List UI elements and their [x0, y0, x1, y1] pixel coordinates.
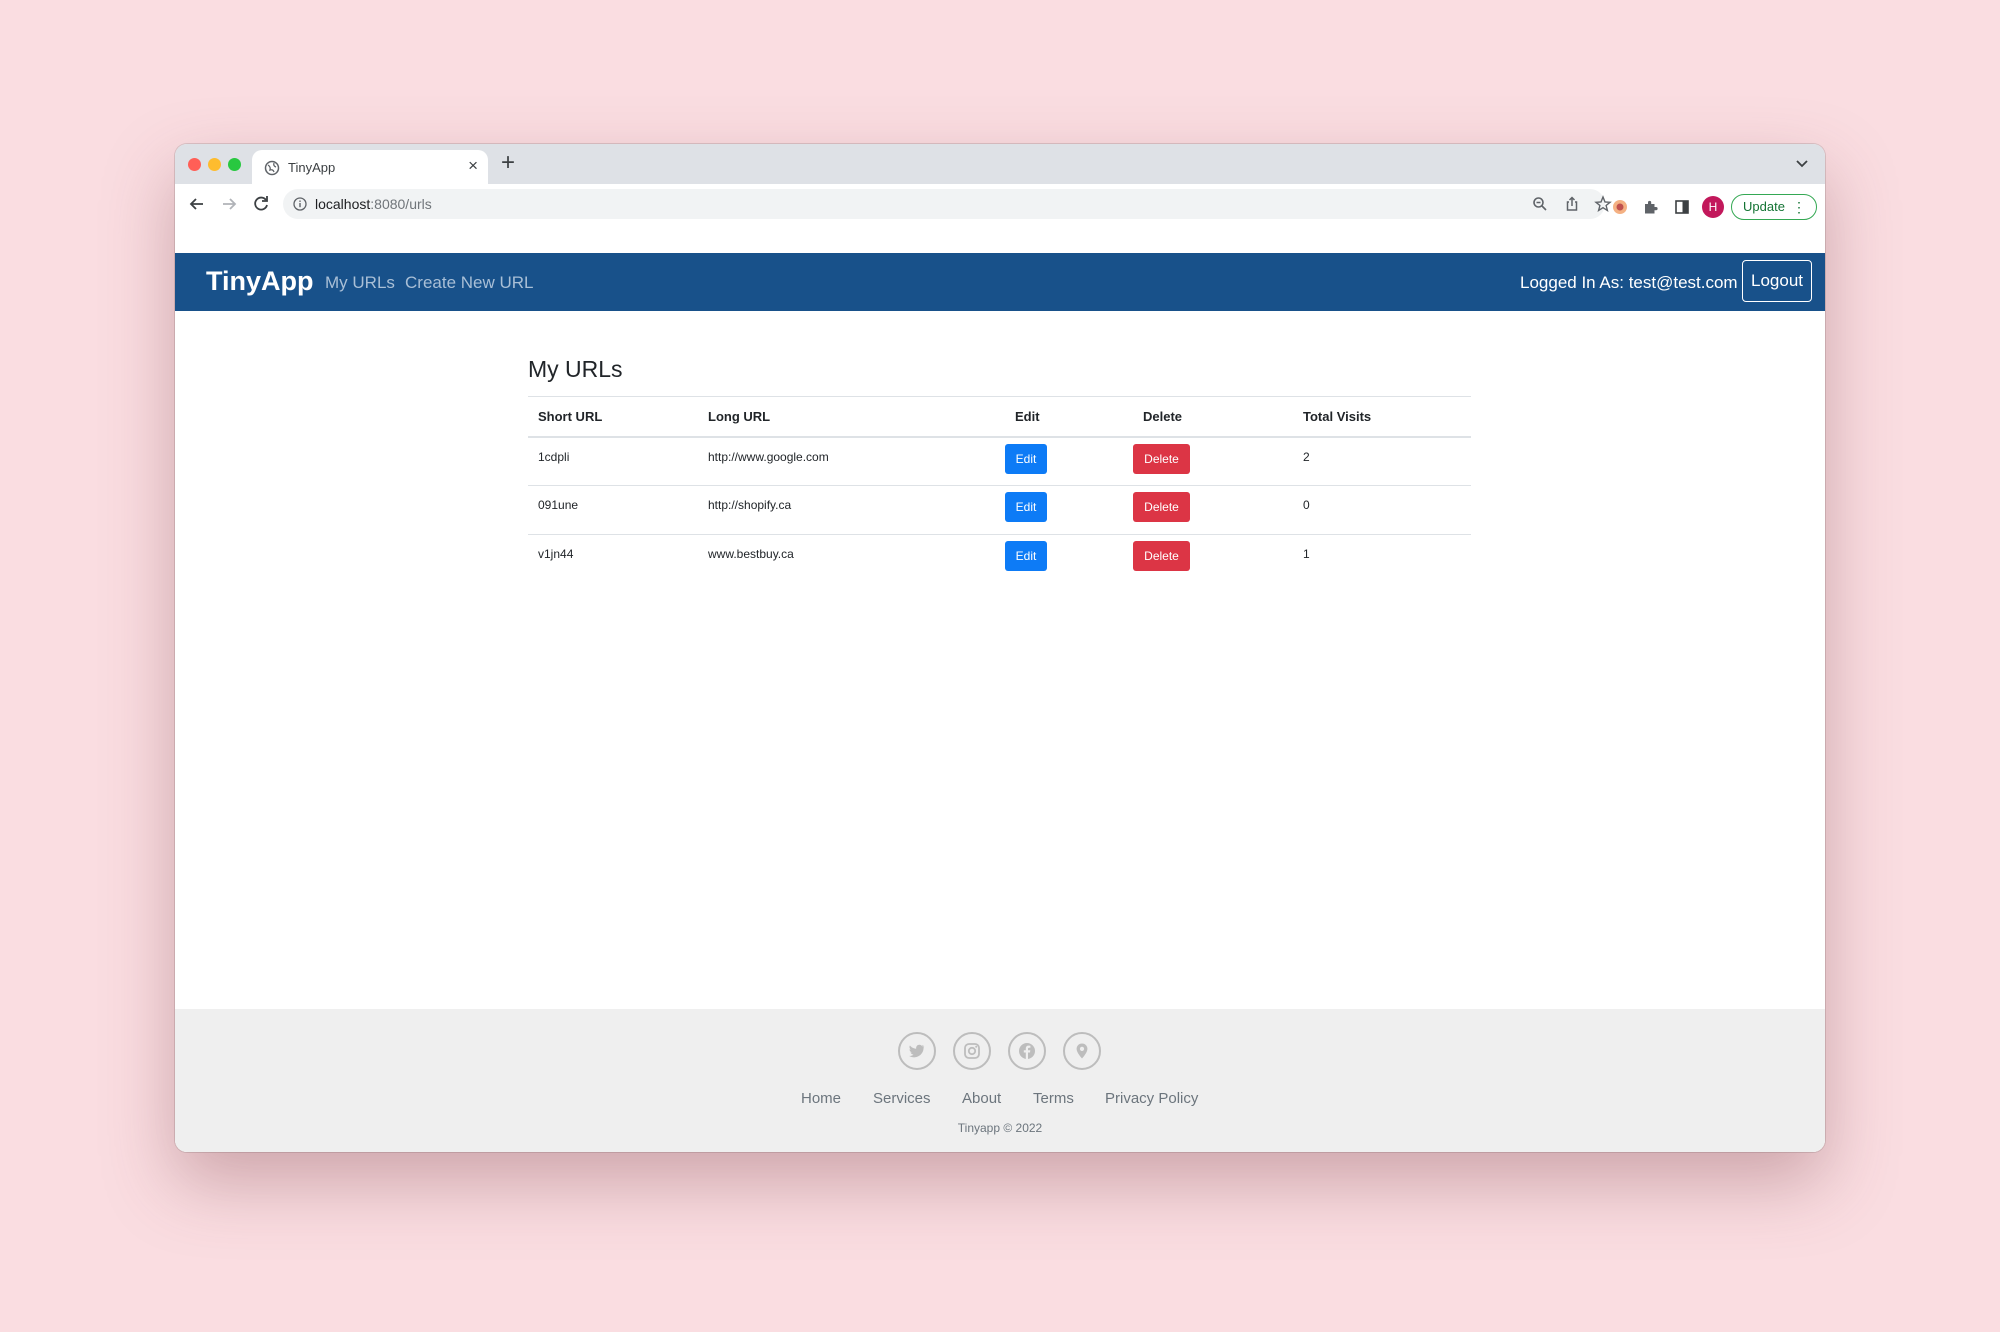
extension-badge-icon[interactable]: [1611, 198, 1629, 216]
short-url-cell: 091une: [528, 485, 698, 535]
table-header-row: Short URL Long URL Edit Delete Total Vis…: [528, 396, 1471, 438]
total-visits-cell: 1: [1303, 547, 1310, 561]
nav-link-create-new-url[interactable]: Create New URL: [405, 273, 534, 293]
twitter-icon[interactable]: [898, 1032, 936, 1070]
close-window-button[interactable]: [188, 158, 201, 171]
delete-cell: Delete: [1133, 436, 1293, 486]
update-button[interactable]: Update ⋮: [1731, 194, 1817, 220]
footer-link-privacy-policy[interactable]: Privacy Policy: [1105, 1090, 1198, 1107]
bookmark-star-icon[interactable]: [1594, 195, 1612, 213]
total-visits-cell: 0: [1293, 485, 1471, 535]
browser-tab[interactable]: TinyApp ×: [252, 150, 488, 184]
minimize-window-button[interactable]: [208, 158, 221, 171]
delete-button[interactable]: Delete: [1133, 541, 1190, 571]
profile-avatar[interactable]: H: [1702, 196, 1724, 218]
delete-button[interactable]: Delete: [1133, 492, 1190, 522]
short-url-cell: 1cdpli: [528, 436, 698, 486]
extensions-puzzle-icon[interactable]: [1642, 198, 1660, 216]
instagram-glyph: [964, 1043, 980, 1059]
long-url-cell: www.bestbuy.ca: [708, 547, 794, 561]
site-info-icon[interactable]: [293, 197, 307, 211]
column-header-edit: Edit: [1005, 396, 1133, 438]
short-url-cell: v1jn44: [538, 547, 574, 561]
share-icon[interactable]: [1563, 195, 1581, 213]
web-page: TinyApp My URLs Create New URL Logged In…: [175, 226, 1825, 1152]
edit-cell: Edit: [1005, 436, 1133, 486]
site-footer: Home Services About Terms Privacy Policy…: [175, 1009, 1825, 1152]
table-row: 1cdpli http://www.google.com Edit Delete…: [528, 436, 1471, 486]
reload-icon[interactable]: [250, 193, 272, 215]
edit-button[interactable]: Edit: [1005, 443, 1047, 474]
edit-button[interactable]: Edit: [1005, 492, 1047, 522]
globe-icon: [264, 160, 280, 176]
more-menu-icon: ⋮: [1792, 199, 1806, 215]
delete-cell: Delete: [1133, 535, 1293, 584]
brand-logo[interactable]: TinyApp: [206, 266, 314, 297]
browser-toolbar: localhost:8080/urls H Update ⋮: [175, 184, 1825, 226]
tab-title: TinyApp: [288, 160, 336, 175]
instagram-icon[interactable]: [953, 1032, 991, 1070]
zoom-icon[interactable]: [1531, 195, 1549, 213]
url-path: :8080/urls: [370, 196, 432, 212]
edit-cell: Edit: [1005, 535, 1133, 584]
page-title: My URLs: [528, 356, 623, 382]
facebook-glyph: [1019, 1043, 1035, 1059]
urls-table: Short URL Long URL Edit Delete Total Vis…: [528, 396, 1471, 584]
edit-cell: Edit: [1005, 485, 1133, 535]
maximize-window-button[interactable]: [228, 158, 241, 171]
back-arrow-icon[interactable]: [186, 193, 208, 215]
forward-arrow-icon[interactable]: [218, 193, 240, 215]
delete-cell: Delete: [1133, 485, 1293, 535]
footer-link-terms[interactable]: Terms: [1033, 1090, 1074, 1107]
table-row: 091une http://shopify.ca Edit Delete 0: [528, 485, 1471, 535]
url-host: localhost: [315, 196, 371, 212]
new-tab-button[interactable]: +: [501, 150, 515, 176]
tab-close-icon[interactable]: ×: [468, 157, 478, 175]
edit-button[interactable]: Edit: [1005, 541, 1047, 571]
column-header-short-url: Short URL: [528, 396, 698, 438]
footer-link-services[interactable]: Services: [873, 1090, 931, 1107]
main-content: My URLs Short URL Long URL Edit Delete T…: [528, 356, 1471, 571]
logout-button[interactable]: Logout: [1742, 260, 1812, 302]
column-header-delete: Delete: [1133, 396, 1293, 438]
column-header-long-url: Long URL: [698, 396, 1005, 438]
copyright-text: Tinyapp © 2022: [957, 1121, 1043, 1135]
long-url-cell: http://shopify.ca: [698, 485, 1005, 535]
nav-link-my-urls[interactable]: My URLs: [325, 273, 395, 293]
long-url-cell: http://www.google.com: [698, 436, 1005, 486]
footer-link-home[interactable]: Home: [801, 1090, 841, 1107]
tab-search-chevron-icon[interactable]: [1793, 154, 1811, 172]
column-header-total-visits: Total Visits: [1293, 396, 1471, 438]
browser-window: TinyApp × + localhost:8080/urls H Update…: [175, 144, 1825, 1152]
location-glyph: [1076, 1043, 1088, 1059]
side-panel-icon[interactable]: [1673, 198, 1691, 216]
tab-strip: TinyApp × +: [175, 144, 1825, 184]
url-text: localhost:8080/urls: [315, 196, 432, 212]
site-navbar: TinyApp My URLs Create New URL Logged In…: [175, 253, 1825, 311]
facebook-icon[interactable]: [1008, 1032, 1046, 1070]
logged-in-status: Logged In As: test@test.com: [1520, 273, 1738, 292]
footer-link-about[interactable]: About: [962, 1090, 1001, 1107]
address-bar[interactable]: localhost:8080/urls: [283, 189, 1612, 219]
total-visits-cell: 2: [1293, 436, 1471, 486]
twitter-glyph: [909, 1044, 925, 1058]
location-icon[interactable]: [1063, 1032, 1101, 1070]
delete-button[interactable]: Delete: [1133, 443, 1190, 474]
table-row: v1jn44 www.bestbuy.ca Edit Delete 1: [528, 535, 1471, 584]
update-label: Update: [1743, 199, 1785, 214]
